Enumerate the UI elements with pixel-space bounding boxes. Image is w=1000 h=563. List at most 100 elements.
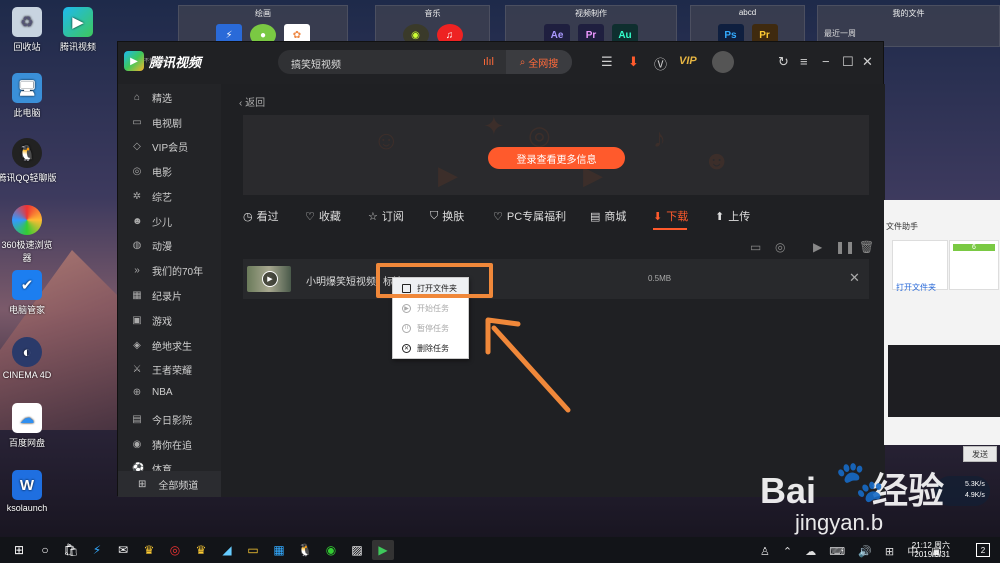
refresh-icon[interactable]: ↻ (778, 54, 789, 70)
decor-icon: ☺ (373, 125, 400, 155)
notification-icon[interactable]: 2 (976, 543, 990, 557)
close-icon[interactable]: ✕ (862, 54, 873, 70)
mail-icon[interactable]: ✉ (112, 540, 134, 560)
desktop-icon-360-browser[interactable]: 360极速浏览器 (0, 205, 57, 264)
tencent-video-window[interactable]: ▶ 腾讯视频 不负好时光 搞笑短视频 ılıl ⌕ 全网搜 ☰ ⬇ Ⓥ VIP … (117, 41, 885, 497)
sidebar-item-following[interactable]: ◉ 猜你在追 (132, 437, 192, 452)
vip-v-icon[interactable]: Ⓥ (654, 54, 667, 73)
menu-icon[interactable]: ≡ (800, 54, 808, 69)
sidebar-item-nba[interactable]: ⊕ NBA (132, 387, 173, 398)
download-icon[interactable]: ⬇ (628, 54, 639, 70)
search-icon[interactable]: ○ (34, 540, 56, 560)
menu-item-start-task[interactable]: ▶ 开始任务 (393, 298, 468, 318)
app-icon[interactable]: ◢ (216, 540, 238, 560)
file-preview-card[interactable]: 6 (949, 240, 999, 290)
close-icon[interactable]: ✕ (849, 270, 860, 286)
eye-icon: ◉ (132, 439, 142, 450)
desktop-icon-tencent-video[interactable]: ▶ 腾讯视频 (48, 7, 108, 53)
voice-search-icon[interactable]: ılıl (483, 56, 494, 68)
app-icon[interactable]: ⚡ (86, 540, 108, 560)
menu-item-pause-task[interactable]: ıı 暂停任务 (393, 318, 468, 338)
paw-logo-icon: 🐾 (835, 460, 885, 504)
tencent-video-icon[interactable]: ▶ (372, 540, 394, 560)
store-icon[interactable]: 🛍 (60, 540, 82, 560)
active-tab-indicator (653, 228, 687, 230)
anime-icon: ◍ (132, 240, 142, 251)
video-thumbnail[interactable]: ▶ (247, 266, 291, 292)
decor-icon: ☻ (703, 145, 731, 175)
sidebar-item-documentary[interactable]: ▦ 纪录片 (132, 288, 182, 303)
basketball-icon: ⊕ (132, 387, 142, 398)
avatar[interactable] (712, 51, 734, 73)
play-icon[interactable]: ▶ (813, 240, 822, 254)
back-button[interactable]: ‹ 返回 (239, 94, 265, 109)
login-banner: ☺ ✦ ◎ ♪ ☻ ▶ ▶ 登录查看更多信息 (243, 115, 869, 195)
menu-item-delete-task[interactable]: ✕ 删除任务 (393, 338, 468, 358)
windows-start-icon[interactable]: ⊞ (8, 540, 30, 560)
netease-music-icon[interactable]: ◎ (164, 540, 186, 560)
sidebar-item-pubg[interactable]: ◈ 绝地求生 (132, 338, 192, 353)
qq-icon[interactable]: 🐧 (294, 540, 316, 560)
tab-mall[interactable]: ▤ 商城 (590, 208, 626, 224)
tencent-video-logo-icon: ▶ (124, 51, 144, 71)
sidebar-item-anime[interactable]: ◍ 动漫 (132, 238, 172, 253)
minimize-icon[interactable]: − (822, 54, 830, 69)
360-browser-icon[interactable]: ◉ (320, 540, 342, 560)
decor-icon: ▶ (438, 160, 458, 190)
download-row[interactable]: ▶ 小明爆笑短视频! 标清 0.5MB ✕ (243, 259, 869, 299)
vip-link[interactable]: VIP (679, 55, 697, 67)
search-box[interactable]: 搞笑短视频 ılıl ⌕ 全网搜 (278, 50, 572, 74)
search-input[interactable]: 搞笑短视频 (291, 56, 341, 71)
tab-upload[interactable]: ⬆ 上传 (715, 208, 750, 224)
desktop-icon-this-pc[interactable]: 🖥 此电脑 (0, 73, 57, 119)
taskbar: ⊞ ○ 🛍 ⚡ ✉ ♛ ◎ ♛ ◢ ▭ ▦ 🐧 ◉ ▨ ▶ ♙ ⌃ ☁ ⌨ 🔊 … (0, 537, 1000, 563)
annotation-highlight-box (376, 263, 493, 298)
playlist-icon[interactable]: ☰ (601, 54, 613, 70)
sidebar-item-tv[interactable]: ▭ 电视剧 (132, 115, 182, 130)
download-folder-icon: ⬇ (653, 210, 663, 223)
all-channels-button[interactable]: ⊞ 全部频道 (118, 471, 221, 497)
desktop-icon-ksolaunch[interactable]: W ksolaunch (0, 470, 57, 513)
tab-downloads[interactable]: ⬇ 下载 (653, 208, 688, 224)
sidebar-item-games[interactable]: ▣ 游戏 (132, 313, 172, 328)
maximize-icon[interactable]: ☐ (842, 54, 854, 70)
open-folder-link[interactable]: 打开文件夹 (896, 282, 936, 293)
sidebar-item-today-cinema[interactable]: ▤ 今日影院 (132, 412, 192, 427)
screenshot-preview[interactable] (888, 345, 1000, 417)
sidebar-item-70years[interactable]: » 我们的70年 (132, 263, 203, 278)
search-all-button[interactable]: ⌕ 全网搜 (506, 50, 572, 74)
desktop-icon-cinema4d[interactable]: ◐ CINEMA 4D (0, 337, 57, 380)
sidebar-item-movie[interactable]: ◎ 电影 (132, 164, 172, 179)
tab-skin[interactable]: ⛉ 换肤 (430, 208, 464, 224)
folder-icon[interactable]: ▭ (750, 240, 761, 254)
tab-pc-benefits[interactable]: ♡ PC专属福利 (493, 208, 566, 224)
store-icon: ▤ (590, 210, 601, 223)
app-icon[interactable]: ♛ (138, 540, 160, 560)
photos-icon[interactable]: ▨ (346, 540, 368, 560)
sidebar-item-featured[interactable]: ⌂ 精选 (132, 90, 172, 105)
pause-icon[interactable]: ❚❚ (835, 240, 855, 254)
send-button[interactable]: 发送 (963, 446, 997, 462)
sidebar-item-vip[interactable]: ◇ VIP会员 (132, 139, 188, 154)
tab-subscriptions[interactable]: ☆ 订阅 (368, 208, 404, 224)
shirt-icon: ⛉ (430, 209, 439, 222)
tab-history[interactable]: ◷ 看过 (243, 208, 279, 224)
desktop-icon-qq[interactable]: 🐧 腾讯QQ轻聊版 (0, 138, 57, 184)
app-icon[interactable]: ♛ (190, 540, 212, 560)
tab-favorites[interactable]: ♡ 收藏 (305, 208, 341, 224)
settings-icon[interactable]: ◎ (775, 240, 785, 254)
clock-icon: ◷ (243, 210, 253, 223)
desktop-icon-baidu-netdisk[interactable]: ☁ 百度网盘 (0, 403, 57, 449)
play-circle-icon: ▶ (262, 271, 278, 287)
sidebar-item-variety[interactable]: ✲ 综艺 (132, 189, 172, 204)
sidebar-item-honor-of-kings[interactable]: ⚔ 王者荣耀 (132, 362, 192, 377)
sidebar-item-kids[interactable]: ☻ 少儿 (132, 214, 172, 229)
trash-icon[interactable]: 🗑 (859, 240, 874, 254)
desktop-icon-pc-manager[interactable]: ✔ 电脑管家 (0, 270, 57, 316)
clock[interactable]: 21:12 周六 2019/8/31 (912, 541, 950, 559)
file-explorer-icon[interactable]: ▭ (242, 540, 264, 560)
login-button[interactable]: 登录查看更多信息 (488, 147, 625, 169)
app-icon[interactable]: ▦ (268, 540, 290, 560)
qq-icon: 🐧 (12, 138, 42, 168)
file-assistant-window[interactable]: 文件助手 6 打开文件夹 (884, 200, 1000, 445)
